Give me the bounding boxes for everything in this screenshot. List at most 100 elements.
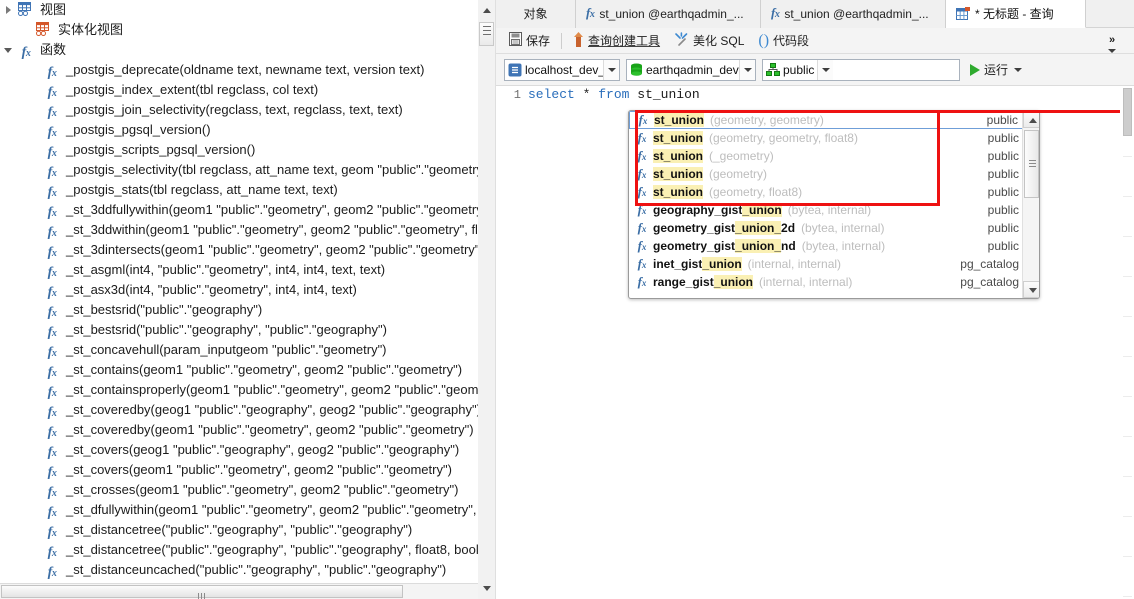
- function-fx-icon: fx: [771, 5, 780, 20]
- tree-item-function[interactable]: fx _st_containsproperly(geom1 "public"."g…: [0, 380, 478, 400]
- schema-select[interactable]: public: [762, 58, 960, 81]
- database-object-tree[interactable]: 视图 实体化视图 fx 函数 fx _postgis_deprecate(oldname …: [0, 0, 478, 580]
- database-select[interactable]: earthqadmin_dev: [626, 58, 756, 81]
- editor-tab[interactable]: 对象: [496, 0, 576, 28]
- editor-tab-label: 对象: [523, 7, 548, 21]
- editor-tab[interactable]: fx st_union @earthqadmin_...: [761, 0, 946, 28]
- editor-left-strip[interactable]: [478, 0, 496, 599]
- autocomplete-item[interactable]: fx range_gist_union (internal, internal) pg…: [629, 273, 1023, 291]
- tree-item-function[interactable]: fx _st_3ddfullywithin(geom1 "public"."geo…: [0, 200, 478, 220]
- tree-item-function[interactable]: fx _st_dfullywithin(geom1 "public"."geome…: [0, 500, 478, 520]
- match-highlight: st_union: [653, 149, 703, 163]
- autocomplete-popup[interactable]: fx st_union (geometry, geometry) public fx st…: [628, 110, 1040, 299]
- tree-item-function[interactable]: fx _st_distancetree("public"."geography",…: [0, 540, 478, 560]
- beautify-sql-button[interactable]: 美化 SQL: [667, 29, 751, 53]
- tree-item-function[interactable]: fx _st_3ddwithin(geom1 "public"."geometry…: [0, 220, 478, 240]
- tree-item-function[interactable]: fx _st_contains(geom1 "public"."geometry"…: [0, 360, 478, 380]
- save-button[interactable]: 保存: [502, 29, 557, 53]
- autocomplete-item-name: range_gist_union: [653, 275, 754, 289]
- chevron-down-icon[interactable]: [1108, 49, 1116, 53]
- tree-hscroll-thumb[interactable]: [1, 585, 403, 599]
- function-fx-icon: fx: [42, 422, 62, 440]
- autocomplete-item[interactable]: fx geometry_gist_union_2d (bytea, internal…: [629, 219, 1023, 237]
- match-highlight: _union_: [735, 221, 782, 235]
- tree-item-function[interactable]: fx _st_3dintersects(geom1 "public"."geome…: [0, 240, 478, 260]
- function-fx-icon: fx: [47, 125, 57, 140]
- database-icon: [630, 63, 643, 77]
- minimap-tick: [1123, 156, 1132, 157]
- tree-item-function[interactable]: fx _postgis_index_extent(tbl regclass, co…: [0, 80, 478, 100]
- query-builder-button[interactable]: 查询创建工具: [566, 29, 667, 53]
- editor-scroll-thumb[interactable]: [1123, 88, 1132, 136]
- connection-bar[interactable]: localhost_dev_pg_gl earthqadmin_dev: [496, 54, 1134, 86]
- chevron-right-icon[interactable]: [2, 0, 16, 20]
- tree-item-node[interactable]: fx 函数: [0, 40, 478, 60]
- autocomplete-item-schema: public: [987, 221, 1019, 235]
- tree-item-function[interactable]: fx _postgis_stats(tbl regclass, att_name …: [0, 180, 478, 200]
- query-editor-panel: 对象 fx st_union @earthqadmin_... fx st_union …: [478, 0, 1134, 599]
- autocomplete-item-name: st_union: [653, 129, 703, 147]
- chevron-down-icon[interactable]: [1014, 67, 1023, 72]
- autocomplete-item[interactable]: fx geography_gist_union (bytea, internal) p…: [629, 201, 1023, 219]
- tree-item-function[interactable]: fx _st_asx3d(int4, "public"."geometry", i…: [0, 280, 478, 300]
- chevron-down-icon[interactable]: [603, 59, 619, 80]
- tree-item-function[interactable]: fx _st_crosses(geom1 "public"."geometry",…: [0, 480, 478, 500]
- tree-item-function[interactable]: fx _st_coveredby(geom1 "public"."geometry…: [0, 420, 478, 440]
- function-fx-icon: fx: [42, 62, 62, 80]
- chevron-up-icon[interactable]: [483, 8, 491, 13]
- server-select[interactable]: localhost_dev_pg_gl: [504, 58, 620, 81]
- function-fx-icon: fx: [637, 255, 647, 271]
- editor-tab-strip[interactable]: 对象 fx st_union @earthqadmin_... fx st_union …: [496, 0, 1134, 28]
- autocomplete-scroll-thumb[interactable]: [1024, 130, 1039, 198]
- autocomplete-item[interactable]: fx inet_gist_union (internal, internal) pg_…: [629, 255, 1023, 273]
- server-value: localhost_dev_pg_gl: [525, 62, 603, 77]
- editor-tab[interactable]: fx st_union @earthqadmin_...: [576, 0, 761, 28]
- tree-item-function[interactable]: fx _postgis_scripts_pgsql_version(): [0, 140, 478, 160]
- tree-item-function[interactable]: fx _st_distanceuncached("public"."geograp…: [0, 560, 478, 580]
- tree-item-node[interactable]: 实体化视图: [0, 20, 478, 40]
- tree-horizontal-scrollbar[interactable]: [0, 583, 495, 599]
- code-line[interactable]: select * from st_union: [528, 86, 1122, 104]
- autocomplete-item[interactable]: fx st_union (geometry) public: [629, 165, 1023, 183]
- run-button[interactable]: 运行: [966, 59, 1026, 81]
- tree-item-function[interactable]: fx _st_coveredby(geog1 "public"."geograph…: [0, 400, 478, 420]
- chevron-down-icon[interactable]: [817, 59, 834, 80]
- tree-item-function[interactable]: fx _postgis_join_selectivity(regclass, te…: [0, 100, 478, 120]
- tree-item-function[interactable]: fx _st_covers(geog1 "public"."geography",…: [0, 440, 478, 460]
- chevron-down-icon[interactable]: [483, 586, 491, 591]
- tree-item-function[interactable]: fx _postgis_pgsql_version(): [0, 120, 478, 140]
- function-fx-icon: fx: [47, 345, 57, 360]
- chevron-down-icon[interactable]: [739, 59, 755, 80]
- snippet-button[interactable]: () 代码段: [751, 29, 816, 53]
- autocomplete-list[interactable]: fx st_union (geometry, geometry) public fx st…: [629, 111, 1023, 298]
- tree-item-node[interactable]: 视图: [0, 0, 478, 20]
- autocomplete-item-schema: pg_catalog: [960, 275, 1019, 289]
- query-toolbar[interactable]: 保存 查询创建工具 美化 SQL () 代码段: [496, 28, 1134, 54]
- tree-item-function[interactable]: fx _st_asgml(int4, "public"."geometry", i…: [0, 260, 478, 280]
- tree-item-function[interactable]: fx _postgis_selectivity(tbl regclass, att…: [0, 160, 478, 180]
- tree-item-function[interactable]: fx _st_bestsrid("public"."geography", "pu…: [0, 320, 478, 340]
- tree-item-function[interactable]: fx _st_covers(geom1 "public"."geometry", …: [0, 460, 478, 480]
- strip-grip[interactable]: [479, 22, 494, 46]
- autocomplete-item[interactable]: fx geometry_gist_union_nd (bytea, internal…: [629, 237, 1023, 255]
- tree-item-function[interactable]: fx _st_bestsrid("public"."geography"): [0, 300, 478, 320]
- autocomplete-scroll-down-button[interactable]: [1023, 281, 1039, 298]
- editor-tab[interactable]: * 无标题 - 查询: [946, 0, 1086, 28]
- function-fx-icon: fx: [637, 237, 647, 253]
- tree-item-function[interactable]: fx _st_concavehull(param_inputgeom "publi…: [0, 340, 478, 360]
- editor-vertical-scrollbar[interactable]: [1122, 86, 1134, 599]
- tree-item-label: _postgis_selectivity(tbl regclass, att_n…: [66, 162, 478, 177]
- autocomplete-item[interactable]: fx st_union (geometry, geometry) public: [629, 111, 1023, 129]
- tree-item-function[interactable]: fx _postgis_deprecate(oldname text, newna…: [0, 60, 478, 80]
- match-highlight: _union: [713, 275, 754, 289]
- autocomplete-scroll-up-button[interactable]: [1023, 111, 1039, 128]
- autocomplete-scrollbar[interactable]: [1022, 111, 1039, 298]
- tree-item-function[interactable]: fx _st_distancetree("public"."geography",…: [0, 520, 478, 540]
- autocomplete-item[interactable]: fx st_union (_geometry) public: [629, 147, 1023, 165]
- function-fx-icon: fx: [47, 385, 57, 400]
- snippet-label: 代码段: [773, 34, 810, 48]
- autocomplete-item[interactable]: fx st_union (geometry, float8) public: [629, 183, 1023, 201]
- chevron-down-icon[interactable]: [2, 40, 16, 60]
- autocomplete-item[interactable]: fx st_union (geometry, geometry, float8) pu…: [629, 129, 1023, 147]
